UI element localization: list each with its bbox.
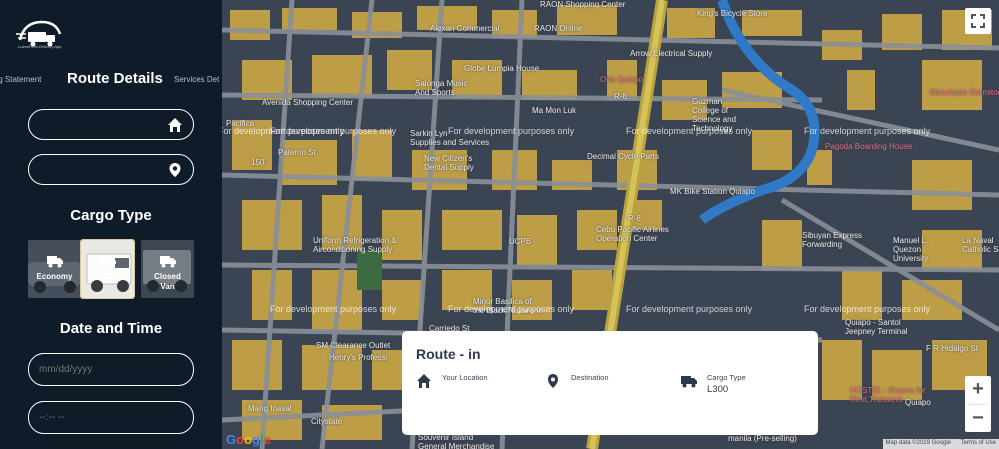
map-label: Globe Lumpia House [464, 64, 540, 73]
logo-text: LuzonFleet Delivery App [18, 44, 62, 49]
zoom-in-button[interactable]: + [965, 376, 991, 404]
tab-billing-statement[interactable]: ing Statement [0, 75, 41, 84]
step-tabs: ing Statement Route Details Services Det [0, 68, 222, 92]
map-label: SM Clearance Outlet [316, 341, 391, 350]
tab-services-details[interactable]: Services Det [174, 75, 219, 84]
map-label: Paterno St [278, 148, 316, 157]
map-label: New Citizen's Dental Supply [424, 154, 474, 172]
map-label: Mang Inasal [248, 404, 292, 413]
map-label: Salonga Music And Sports [415, 79, 468, 97]
map-label: 150 [251, 158, 265, 167]
cargo-type-title: Cargo Type [70, 207, 152, 224]
dev-watermark: For development purposes only [804, 126, 931, 136]
map-label: RAON Online [534, 24, 583, 33]
home-icon [168, 118, 182, 132]
map-label: R-8 [614, 92, 627, 101]
tab-route-details[interactable]: Route Details [67, 70, 163, 87]
map-label: Arrow Electrical Supply [630, 49, 713, 58]
dev-watermark: For development purposes only [626, 126, 753, 136]
zoom-controls: + − [965, 376, 991, 432]
time-field[interactable] [28, 401, 194, 434]
sidebar: LuzonFleet Delivery App ing Statement Ro… [0, 0, 222, 449]
map-label: One Quiapo [600, 75, 644, 84]
date-field[interactable] [28, 353, 194, 386]
map-label: Cebu Pacific Airlines Operation Center [596, 225, 669, 243]
truck-icon [46, 256, 63, 268]
map-label: Sibuyan Express Forwarding [802, 231, 863, 249]
map-label: Alexan Commercial [430, 24, 500, 33]
truck-icon [159, 256, 176, 268]
map-label: Manuel L. Quezon University [893, 236, 929, 263]
route-item-label: Your Location [442, 373, 488, 382]
dev-watermark: For development purposes only [448, 126, 575, 136]
google-logo[interactable]: Google [226, 432, 271, 447]
zoom-out-button[interactable]: − [965, 405, 991, 432]
map-label: Quiapo [905, 398, 931, 407]
dev-watermark: For development purposes only [626, 304, 753, 314]
destination-field[interactable] [28, 154, 194, 185]
route-item-label: Cargo Type [707, 373, 746, 382]
truck-icon [681, 376, 697, 388]
truck-icon [99, 256, 116, 268]
map-label: Pagoda Boarding House [825, 142, 913, 151]
map-label: La Naval Catholic Sc [962, 236, 999, 254]
origin-input[interactable] [29, 110, 159, 139]
map-label: MK Bike Station Quiapo [670, 187, 755, 196]
date-time-title: Date and Time [59, 320, 163, 337]
cargo-option-closed-van[interactable]: Closed Van [141, 240, 194, 298]
map-label: Uniform Refrigeration & Airconditioning … [313, 236, 397, 254]
route-item-label: Destination [571, 373, 609, 382]
cargo-label: L300 [98, 272, 117, 281]
map-label: Ma Mon Luk [532, 106, 577, 115]
map-label: King's Bicycle Store [697, 9, 768, 18]
date-input[interactable] [29, 354, 159, 385]
dev-watermark: For development purposes only [270, 304, 397, 314]
cargo-type-options: Economy L300 Closed Van [28, 240, 194, 298]
map-marker-icon [548, 374, 558, 388]
map-label: Souvenir Island General Merchandise [418, 433, 495, 449]
map-label: Quiapo - Santol Jeepney Terminal [845, 318, 908, 336]
cargo-option-economy[interactable]: Economy [28, 240, 81, 298]
map-label: manila (Pre-selling) [728, 434, 797, 443]
route-title: Route - in [416, 346, 481, 362]
map-label: Henry's Professi [329, 353, 387, 362]
home-icon [417, 374, 431, 388]
fullscreen-icon [971, 14, 985, 28]
terms-of-use-link[interactable]: Terms of Use [961, 440, 996, 446]
map-label: UCPB [509, 237, 532, 246]
dev-watermark: For development purposes only [448, 304, 575, 314]
cargo-label: Economy [36, 272, 73, 281]
map-attribution: Map data ©2019 Google Terms of Use [882, 439, 999, 449]
dev-watermark: For development purposes only [804, 304, 931, 314]
cargo-label: Closed Van [154, 272, 181, 291]
map-label: R-8 [628, 214, 641, 223]
cargo-option-l300[interactable]: L300 [81, 240, 134, 298]
fullscreen-button[interactable] [965, 8, 991, 34]
map-marker-icon [169, 163, 181, 177]
map-label: F R Hidalgo St [926, 344, 979, 353]
map-label: Moncharie Dormitory [930, 88, 999, 97]
map-data-text: Map data ©2019 Google [885, 440, 951, 446]
map-label: Citystate [311, 417, 343, 426]
route-item-value: L300 [707, 384, 729, 395]
map-label: Decimal Cycle Parts [587, 152, 660, 161]
time-input[interactable] [29, 402, 159, 433]
map-label: RAON Shopping Center [540, 0, 626, 9]
dev-watermark: For development purposes only [270, 126, 397, 136]
route-summary-card: Route - in Your Location Destination Car… [402, 331, 818, 435]
destination-input[interactable] [29, 155, 159, 184]
map-label: Avenida Shopping Center [262, 98, 354, 107]
origin-field[interactable] [28, 109, 194, 140]
